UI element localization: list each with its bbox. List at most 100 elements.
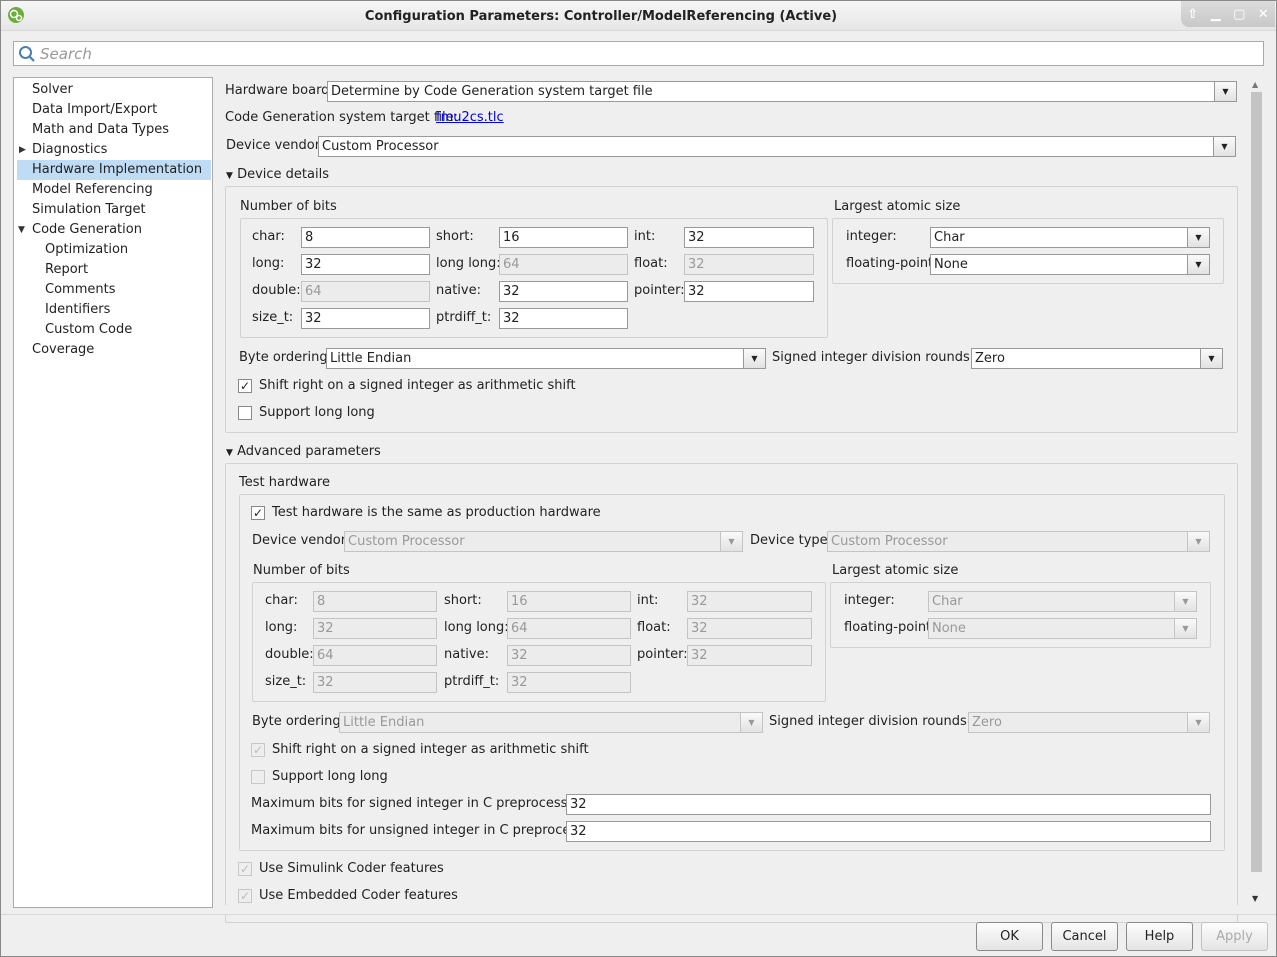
- pointer-bits-input[interactable]: 32: [687, 645, 812, 666]
- atomic-float-value: None: [934, 257, 968, 272]
- atomic-integer-label: integer:: [846, 229, 897, 244]
- test-support-long-long-checkbox[interactable]: [251, 770, 265, 784]
- simulink-coder-checkbox[interactable]: ✓: [238, 862, 252, 876]
- tree-item-diagnostics[interactable]: ▶ Diagnostics: [14, 140, 210, 160]
- test-atomic-integer-dropdown[interactable]: Char ▼: [928, 591, 1197, 612]
- minimize-icon[interactable]: ▁: [1211, 7, 1221, 22]
- native-bits-input[interactable]: 32: [499, 281, 628, 302]
- atomic-float-dropdown[interactable]: None ▼: [930, 254, 1210, 275]
- tree-item-custom-code[interactable]: Custom Code: [14, 320, 210, 340]
- float-bits-input[interactable]: 32: [687, 618, 812, 639]
- max-unsigned-bits-input[interactable]: 32: [566, 821, 1211, 842]
- maximize-icon[interactable]: ▢: [1233, 7, 1245, 22]
- same-as-production-checkbox[interactable]: ✓: [251, 506, 265, 520]
- simulink-coder-label: Use Simulink Coder features: [259, 861, 444, 876]
- short-bits-input[interactable]: 16: [499, 227, 628, 248]
- pointer-bits-input[interactable]: 32: [684, 281, 814, 302]
- tree-item-label: Diagnostics: [32, 142, 108, 157]
- tree-item-data-import-export[interactable]: Data Import/Export: [14, 100, 210, 120]
- tree-item-comments[interactable]: Comments: [14, 280, 210, 300]
- ptrdiff-t-bits-input[interactable]: 32: [499, 308, 628, 329]
- close-icon[interactable]: ✕: [1258, 7, 1269, 22]
- double-bits-input[interactable]: 64: [313, 645, 437, 666]
- int-bits-input[interactable]: 32: [684, 227, 814, 248]
- test-division-rounds-dropdown[interactable]: Zero ▼: [968, 712, 1210, 733]
- cancel-button[interactable]: Cancel: [1051, 922, 1118, 951]
- expand-down-icon[interactable]: ▼: [18, 220, 25, 240]
- size-t-bits-label: size_t:: [265, 674, 307, 689]
- short-bits-label: short:: [444, 593, 482, 608]
- test-largest-atomic-size-title: Largest atomic size: [832, 563, 959, 578]
- ok-button[interactable]: OK: [976, 922, 1043, 951]
- int-bits-label: int:: [637, 593, 659, 608]
- target-file-label: Code Generation system target file:: [225, 110, 459, 125]
- advanced-parameters-toggle[interactable]: ▼ Advanced parameters: [226, 444, 381, 461]
- test-atomic-integer-label: integer:: [844, 593, 895, 608]
- test-byte-ordering-dropdown[interactable]: Little Endian ▼: [339, 712, 763, 733]
- tree-item-simulation-target[interactable]: Simulation Target: [14, 200, 210, 220]
- int-bits-input[interactable]: 32: [687, 591, 812, 612]
- float-bits-input[interactable]: 32: [684, 254, 814, 275]
- device-details-toggle[interactable]: ▼ Device details: [226, 167, 329, 184]
- largest-atomic-size-title: Largest atomic size: [834, 199, 961, 214]
- chevron-down-icon: ▼: [1214, 82, 1236, 101]
- tree-item-code-generation[interactable]: ▼ Code Generation: [14, 220, 210, 240]
- byte-ordering-dropdown[interactable]: Little Endian ▼: [326, 348, 766, 369]
- device-vendor-dropdown[interactable]: Custom Processor ▼: [318, 136, 1236, 157]
- double-bits-input[interactable]: 64: [301, 281, 430, 302]
- window-controls: ⇧ ▁ ▢ ✕: [1181, 1, 1275, 27]
- size-t-bits-input[interactable]: 32: [301, 308, 430, 329]
- tree-item-coverage[interactable]: Coverage: [14, 340, 210, 360]
- atomic-integer-dropdown[interactable]: Char ▼: [930, 227, 1210, 248]
- longlong-bits-label: long long:: [444, 620, 509, 635]
- help-button[interactable]: Help: [1126, 922, 1193, 951]
- tree-item-optimization[interactable]: Optimization: [14, 240, 210, 260]
- ptrdiff-t-bits-input[interactable]: 32: [507, 672, 631, 693]
- search-placeholder: Search: [40, 45, 92, 63]
- char-bits-input[interactable]: 8: [301, 227, 430, 248]
- long-bits-input[interactable]: 32: [313, 618, 437, 639]
- int-bits-label: int:: [634, 229, 656, 244]
- size-t-bits-input[interactable]: 32: [313, 672, 437, 693]
- search-input[interactable]: Search: [13, 41, 1264, 66]
- scroll-down-icon[interactable]: ▼: [1252, 894, 1258, 903]
- collapse-icon: ▼: [226, 448, 233, 458]
- shift-right-checkbox[interactable]: ✓: [238, 379, 252, 393]
- short-bits-input[interactable]: 16: [507, 591, 631, 612]
- tree-item-identifiers[interactable]: Identifiers: [14, 300, 210, 320]
- hardware-board-dropdown[interactable]: Determine by Code Generation system targ…: [327, 81, 1237, 102]
- division-rounds-value: Zero: [975, 351, 1005, 366]
- max-signed-bits-input[interactable]: 32: [566, 794, 1211, 815]
- test-shift-right-checkbox[interactable]: ✓: [251, 743, 265, 757]
- scrollbar-thumb[interactable]: [1251, 92, 1262, 872]
- division-rounds-dropdown[interactable]: Zero ▼: [971, 348, 1223, 369]
- target-file-link[interactable]: fmu2cs.tlc: [436, 110, 504, 126]
- test-atomic-float-dropdown[interactable]: None ▼: [928, 618, 1197, 639]
- support-long-long-label: Support long long: [259, 405, 375, 420]
- longlong-bits-input[interactable]: 64: [507, 618, 631, 639]
- char-bits-input[interactable]: 8: [313, 591, 437, 612]
- byte-ordering-label: Byte ordering:: [239, 350, 332, 365]
- longlong-bits-input[interactable]: 64: [499, 254, 628, 275]
- test-device-type-dropdown[interactable]: Custom Processor ▼: [827, 531, 1210, 552]
- tree-item-hardware-implementation[interactable]: Hardware Implementation: [17, 160, 211, 180]
- test-atomic-integer-value: Char: [932, 594, 963, 609]
- test-division-rounds-label: Signed integer division rounds to:: [769, 714, 989, 729]
- search-icon: [19, 46, 35, 62]
- apply-button[interactable]: Apply: [1201, 922, 1268, 951]
- shade-up-icon[interactable]: ⇧: [1187, 7, 1198, 22]
- native-bits-input[interactable]: 32: [507, 645, 631, 666]
- long-bits-input[interactable]: 32: [301, 254, 430, 275]
- short-bits-label: short:: [436, 229, 474, 244]
- tree-item-model-referencing[interactable]: Model Referencing: [14, 180, 210, 200]
- embedded-coder-checkbox[interactable]: ✓: [238, 889, 252, 903]
- test-byte-ordering-value: Little Endian: [343, 715, 425, 730]
- scroll-up-icon[interactable]: ▲: [1252, 80, 1258, 89]
- test-device-vendor-dropdown[interactable]: Custom Processor ▼: [344, 531, 743, 552]
- tree-item-report[interactable]: Report: [14, 260, 210, 280]
- tree-item-solver[interactable]: Solver: [14, 80, 210, 100]
- device-vendor-label: Device vendor:: [226, 138, 325, 153]
- tree-item-math-data-types[interactable]: Math and Data Types: [14, 120, 210, 140]
- support-long-long-checkbox[interactable]: [238, 406, 252, 420]
- expand-right-icon[interactable]: ▶: [19, 140, 26, 160]
